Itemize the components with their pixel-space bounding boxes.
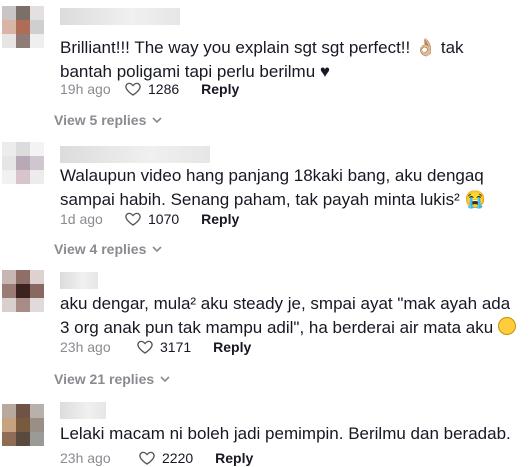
avatar-pixel: [2, 298, 16, 312]
avatar-pixel: [30, 6, 44, 20]
like-button[interactable]: 2220: [138, 449, 193, 467]
like-button[interactable]: 1286: [124, 80, 179, 98]
avatar-pixel: [30, 270, 44, 284]
avatar-pixel: [16, 156, 30, 170]
comment-text: Lelaki macam ni boleh jadi pemimpin. Ber…: [60, 424, 511, 443]
reply-button[interactable]: Reply: [201, 81, 239, 97]
avatar-pixel: [16, 418, 30, 432]
comment-text-body: aku dengar, mula² aku steady je, smpai a…: [60, 294, 511, 337]
avatar-pixel: [2, 404, 16, 418]
chevron-down-icon: [160, 376, 170, 383]
avatar-pixel: [16, 142, 30, 156]
avatar-pixel: [16, 270, 30, 284]
heart-icon: [137, 340, 153, 354]
avatar-pixel: [30, 156, 44, 170]
heart-icon: [125, 212, 141, 226]
avatar-pixel: [30, 418, 44, 432]
comment-text: Brilliant!!! The way you explain sgt sgt…: [60, 38, 464, 81]
avatar-pixel: [16, 20, 30, 34]
like-count: 3171: [160, 339, 192, 355]
avatar[interactable]: [2, 270, 44, 312]
username-redacted[interactable]: [60, 146, 210, 163]
comment-time: 23h ago: [60, 339, 111, 355]
smiley-emoji-icon: [497, 317, 516, 335]
comment-time: 19h ago: [60, 81, 111, 97]
view-replies-button[interactable]: View 21 replies: [54, 371, 170, 387]
view-replies-button[interactable]: View 5 replies: [54, 112, 162, 128]
like-count: 2220: [162, 450, 194, 466]
chevron-down-icon: [152, 246, 162, 253]
avatar-pixel: [30, 20, 44, 34]
chevron-down-icon: [152, 117, 162, 124]
avatar-pixel: [2, 20, 16, 34]
heart-icon: [125, 82, 141, 96]
comment-meta: 1d ago 1070 Reply: [60, 210, 239, 228]
avatar-pixel: [2, 270, 16, 284]
avatar-pixel: [2, 34, 16, 48]
avatar-pixel: [2, 156, 16, 170]
avatar-pixel: [16, 432, 30, 446]
avatar-pixel: [2, 6, 16, 20]
comment-time: 23h ago: [60, 450, 111, 466]
avatar[interactable]: [2, 6, 44, 48]
avatar[interactable]: [2, 404, 44, 446]
heart-icon: [139, 451, 155, 465]
like-button[interactable]: 3171: [136, 338, 191, 356]
username-redacted[interactable]: [60, 402, 106, 419]
avatar-pixel: [30, 34, 44, 48]
comment-time: 1d ago: [60, 211, 103, 227]
comment-text: Walaupun video hang panjang 18kaki bang,…: [60, 166, 486, 209]
like-button[interactable]: 1070: [124, 210, 179, 228]
avatar-pixel: [30, 298, 44, 312]
avatar-pixel: [30, 404, 44, 418]
view-replies-label: View 5 replies: [54, 112, 147, 128]
avatar-pixel: [16, 6, 30, 20]
avatar-pixel: [16, 404, 30, 418]
avatar[interactable]: [2, 142, 44, 184]
avatar-pixel: [16, 284, 30, 298]
avatar-pixel: [30, 284, 44, 298]
avatar-pixel: [2, 170, 16, 184]
avatar-pixel: [16, 34, 30, 48]
avatar-pixel: [2, 432, 16, 446]
comment-meta: 23h ago 2220 Reply: [60, 449, 253, 467]
reply-button[interactable]: Reply: [213, 339, 251, 355]
username-redacted[interactable]: [60, 272, 98, 289]
view-replies-button[interactable]: View 4 replies: [54, 241, 162, 257]
avatar-pixel: [2, 418, 16, 432]
reply-button[interactable]: Reply: [201, 211, 239, 227]
avatar-pixel: [30, 142, 44, 156]
reply-button[interactable]: Reply: [215, 450, 253, 466]
comment-meta: 23h ago 3171 Reply: [60, 338, 251, 356]
avatar-pixel: [2, 142, 16, 156]
avatar-pixel: [30, 432, 44, 446]
view-replies-label: View 4 replies: [54, 241, 147, 257]
avatar-pixel: [30, 170, 44, 184]
avatar-pixel: [2, 284, 16, 298]
avatar-pixel: [16, 170, 30, 184]
like-count: 1070: [148, 211, 180, 227]
username-redacted[interactable]: [60, 8, 180, 25]
comment-meta: 19h ago 1286 Reply: [60, 80, 239, 98]
like-count: 1286: [148, 81, 180, 97]
comment-text: aku dengar, mula² aku steady je, smpai a…: [60, 292, 520, 340]
view-replies-label: View 21 replies: [54, 371, 155, 387]
avatar-pixel: [16, 298, 30, 312]
